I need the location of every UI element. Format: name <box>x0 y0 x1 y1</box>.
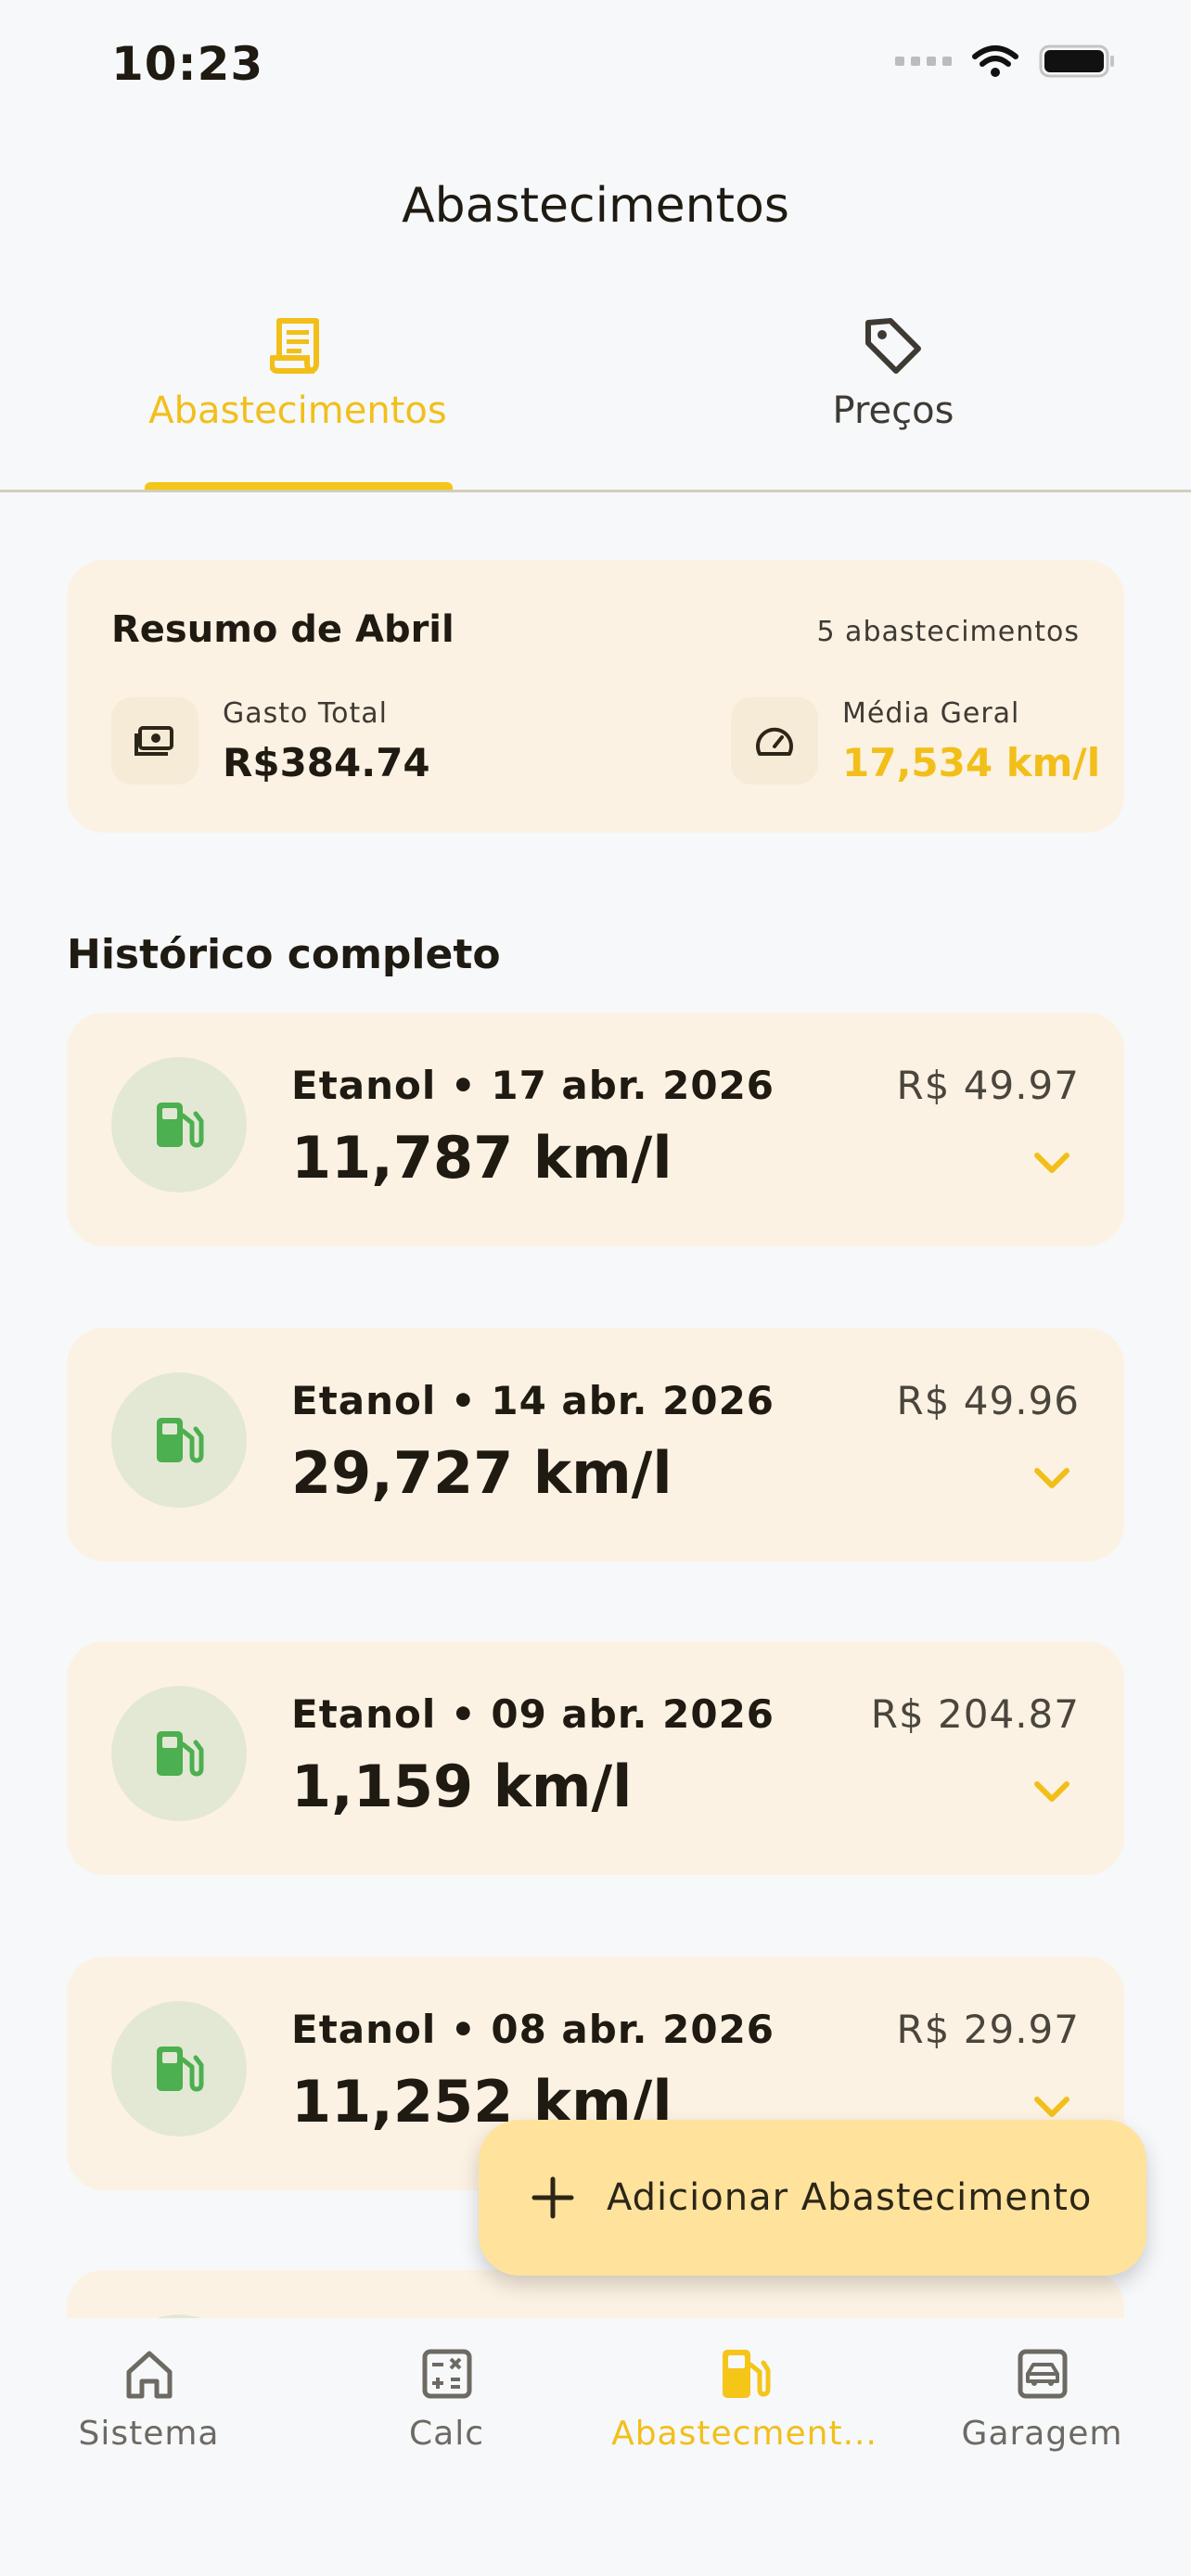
fuel-entry-card[interactable]: Etanol • 17 abr. 2026 11,787 km/l R$ 49.… <box>67 1013 1124 1246</box>
chevron-down-icon[interactable] <box>1033 2096 1070 2120</box>
nav-label: Calc <box>409 2415 484 2453</box>
car-icon <box>1018 2349 1067 2399</box>
tab-divider <box>0 490 1191 492</box>
tab-precos[interactable]: Preços <box>596 315 1191 432</box>
status-icons <box>895 43 1117 80</box>
tag-icon <box>865 318 921 374</box>
entry-price: R$ 204.87 <box>870 1691 1080 1737</box>
calculator-icon <box>422 2349 471 2399</box>
entry-price: R$ 49.97 <box>896 1063 1080 1108</box>
nav-label: Garagem <box>961 2415 1123 2453</box>
chevron-down-icon[interactable] <box>1033 1780 1070 1804</box>
entry-efficiency: 29,727 km/l <box>291 1439 672 1507</box>
total-label: Gasto Total <box>223 697 388 730</box>
entry-title: Etanol • 09 abr. 2026 <box>291 1691 775 1737</box>
entry-title: Etanol • 14 abr. 2026 <box>291 1378 775 1423</box>
fuel-entry-card[interactable]: Etanol • 14 abr. 2026 29,727 km/l R$ 49.… <box>67 1328 1124 1562</box>
nav-item-sistema[interactable]: Sistema <box>0 2346 298 2453</box>
home-icon <box>126 2351 172 2399</box>
summary-title: Resumo de Abril <box>111 608 455 651</box>
summary-count: 5 abastecimentos <box>816 616 1080 648</box>
receipt-icon <box>270 318 319 374</box>
avg-value: 17,534 km/l <box>842 740 1101 785</box>
entry-efficiency: 11,787 km/l <box>291 1124 672 1192</box>
tab-label: Abastecimentos <box>148 389 447 432</box>
nav-label: Sistema <box>78 2415 220 2453</box>
total-value: R$384.74 <box>223 740 430 785</box>
fuel-entry-card[interactable]: Etanol • 09 abr. 2026 1,159 km/l R$ 204.… <box>67 1641 1124 1875</box>
nav-item-abastecimentos[interactable]: Abastecment... <box>596 2346 893 2453</box>
bottom-nav: Sistema Calc Abastecment... Garagem <box>0 2318 1191 2576</box>
chevron-down-icon[interactable] <box>1033 1152 1070 1176</box>
nav-item-garagem[interactable]: Garagem <box>893 2346 1191 2453</box>
fuel-pump-icon <box>111 1372 247 1508</box>
entry-title: Etanol • 17 abr. 2026 <box>291 1063 775 1108</box>
speedometer-icon <box>731 697 818 784</box>
add-fueling-label: Adicionar Abastecimento <box>607 2176 1093 2219</box>
avg-label: Média Geral <box>842 697 1020 730</box>
fuel-pump-icon <box>111 1686 247 1821</box>
fuel-pump-icon <box>111 2001 247 2136</box>
battery-icon <box>1039 45 1114 78</box>
status-time: 10:23 <box>111 37 264 91</box>
money-icon <box>111 697 198 784</box>
tab-abastecimentos[interactable]: Abastecimentos <box>0 315 596 432</box>
history-title: Histórico completo <box>67 931 501 978</box>
plus-icon <box>531 2176 574 2219</box>
entry-price: R$ 49.96 <box>896 1378 1080 1423</box>
fuel-pump-icon <box>722 2350 770 2398</box>
entry-price: R$ 29.97 <box>896 2007 1080 2052</box>
cellular-signal-icon <box>895 57 952 66</box>
add-fueling-button[interactable]: Adicionar Abastecimento <box>479 2120 1146 2276</box>
page-title: Abastecimentos <box>402 178 789 234</box>
chevron-down-icon[interactable] <box>1033 1467 1070 1491</box>
tab-label: Preços <box>832 389 954 432</box>
nav-item-calc[interactable]: Calc <box>298 2346 596 2453</box>
nav-label: Abastecment... <box>611 2415 877 2453</box>
wifi-icon <box>972 45 1018 77</box>
summary-card: Resumo de Abril 5 abastecimentos Gasto T… <box>67 560 1124 833</box>
entry-efficiency: 1,159 km/l <box>291 1753 633 1820</box>
entry-title: Etanol • 08 abr. 2026 <box>291 2007 775 2052</box>
fuel-pump-icon <box>111 1057 247 1192</box>
